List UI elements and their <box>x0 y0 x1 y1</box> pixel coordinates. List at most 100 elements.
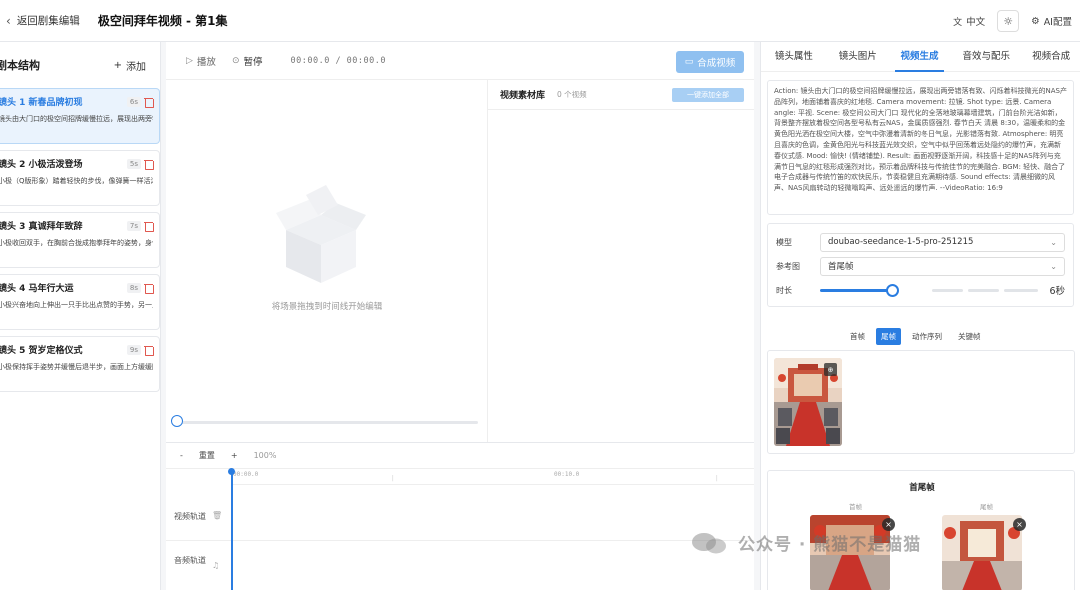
shot-list: 镜头 1 新春品牌初现 6s 镜头由大门口的极空间招牌缓慢拉远，展现出两旁错落有致、… <box>0 88 160 392</box>
back-label: 返回剧集编辑 <box>16 15 80 27</box>
ruler-label-ten: 00:10.0 <box>554 471 580 478</box>
duration-slider-segment <box>1004 288 1038 292</box>
header-actions: 文 中文 ☼ ⚙ AI配置 <box>953 0 1072 42</box>
shot-meta: 8s <box>126 282 154 294</box>
timeline-ruler[interactable]: 00:00.0 | 00:10.0 | <box>231 469 754 485</box>
video-prompt-text[interactable]: Action: 镜头由大门口的极空间招牌缓慢拉远，展现出两旁错落有致、闪烁着科技… <box>767 80 1074 215</box>
preview-progress-knob[interactable] <box>171 415 183 427</box>
video-track[interactable]: 视频轨道 🗑 <box>166 491 754 541</box>
duration-slider-fill <box>820 288 892 292</box>
reference-select[interactable]: 首尾帧 ⌄ <box>820 256 1065 276</box>
page-title: 极空间拜年视频 - 第1集 <box>97 14 228 28</box>
pause-button[interactable]: ⊙ 暂停 <box>232 54 263 68</box>
reference-label: 参考图 <box>776 261 800 271</box>
trash-icon[interactable]: 🗑 <box>212 511 222 520</box>
frame-subtab-2[interactable]: 动作序列 <box>907 328 947 345</box>
tab-3[interactable]: 音效与配乐 <box>950 42 1022 72</box>
add-all-button[interactable]: 一键添加全部 <box>672 88 744 102</box>
gear-icon: ⚙ <box>1031 15 1040 27</box>
zoom-out-button[interactable]: - <box>180 451 183 460</box>
frame-subtab-0[interactable]: 首帧 <box>845 328 870 345</box>
chevron-left-icon: ‹ <box>6 13 11 28</box>
preview-progress-track[interactable] <box>176 421 478 424</box>
compose-video-label: 合成视频 <box>697 58 736 69</box>
shot-card[interactable]: 镜头 2 小极活泼登场 5s 小极（Q版形象）踏着轻快的步伐，像弹簧一样活泼地跳入画… <box>0 150 160 206</box>
shot-description: 小极收回双手，在胸前合拢成抱拳拜年的姿势，身体微微前倾鞠躬，眼睛笑成了弯弯的月牙… <box>0 239 153 247</box>
ai-config-button[interactable]: ⚙ AI配置 <box>1031 14 1072 29</box>
duration-slider[interactable] <box>820 281 1038 300</box>
shot-meta: 5s <box>126 158 154 170</box>
trash-icon[interactable] <box>144 345 154 356</box>
shot-card-header: 镜头 1 新春品牌初现 6s <box>0 95 154 108</box>
shot-meta: 7s <box>126 220 154 232</box>
last-frame-image[interactable] <box>942 515 1022 590</box>
audio-track[interactable]: 音频轨道 ♫ <box>166 541 754 590</box>
model-row: 模型 doubao-seedance-1-5-pro-251215 ⌄ <box>776 230 1065 254</box>
trash-icon[interactable] <box>144 221 154 232</box>
shot-card[interactable]: 镜头 3 真诚拜年致辞 7s 小极收回双手，在胸前合拢成抱拳拜年的姿势，身体微微前倾… <box>0 212 160 268</box>
model-select[interactable]: doubao-seedance-1-5-pro-251215 ⌄ <box>820 232 1065 252</box>
add-shot-label: 添加 <box>126 61 146 73</box>
shot-card[interactable]: 镜头 1 新春品牌初现 6s 镜头由大门口的极空间招牌缓慢拉远，展现出两旁错落有致、… <box>0 88 160 144</box>
tab-4[interactable]: 视频合成 <box>1022 42 1080 72</box>
add-shot-button[interactable]: + 添加 <box>114 58 146 73</box>
close-icon: × <box>1016 520 1023 529</box>
shot-description: 小极保持挥手姿势并缓慢后退半步，画面上方缓缓降下'2026马年大吉'的艺术字横幅… <box>0 363 153 371</box>
trash-icon[interactable] <box>144 159 154 170</box>
duration-slider-knob[interactable] <box>886 283 899 297</box>
shot-card-header: 镜头 5 贺岁定格仪式 9s <box>0 343 154 356</box>
plus-icon: + <box>113 59 122 71</box>
frame-subtab-3[interactable]: 关键帧 <box>953 328 986 345</box>
shot-name: 镜头 2 小极活泼登场 <box>0 160 83 170</box>
shot-card-header: 镜头 3 真诚拜年致辞 7s <box>0 219 154 232</box>
frame-subtab-1[interactable]: 尾帧 <box>876 328 901 345</box>
first-last-frame-title: 首尾帧 <box>909 483 935 493</box>
trash-icon[interactable] <box>144 97 154 108</box>
zoom-image-button[interactable]: ⊕ <box>824 363 837 376</box>
back-button[interactable]: ‹ 返回剧集编辑 <box>6 13 80 28</box>
play-label: 播放 <box>196 56 216 68</box>
language-button[interactable]: 文 中文 <box>953 14 985 28</box>
shot-card-header: 镜头 2 小极活泼登场 5s <box>0 157 154 170</box>
shot-name: 镜头 4 马年行大运 <box>0 284 74 294</box>
reference-row: 参考图 首尾帧 ⌄ <box>776 254 1065 278</box>
frame-image-card: ⊕ <box>767 350 1075 454</box>
theme-toggle-button[interactable]: ☼ <box>997 10 1020 32</box>
script-structure-title: 剧本结构 <box>0 59 40 72</box>
shot-meta: 6s <box>126 96 154 108</box>
trash-icon[interactable] <box>144 283 154 294</box>
zoom-in-button[interactable]: + <box>231 451 238 460</box>
video-track-label: 视频轨道 <box>174 512 206 521</box>
generation-params: 模型 doubao-seedance-1-5-pro-251215 ⌄ 参考图 … <box>767 223 1074 307</box>
duration-row: 时长 6秒 <box>776 278 1065 302</box>
play-button[interactable]: ▷ 播放 <box>186 54 216 68</box>
duration-label: 时长 <box>776 285 792 295</box>
model-value: doubao-seedance-1-5-pro-251215 <box>828 237 974 247</box>
playback-toolbar: ▷ 播放 ⊙ 暂停 00:00.0 / 00:00.0 <box>166 42 754 80</box>
shot-name: 镜头 3 真诚拜年致辞 <box>0 222 83 232</box>
compose-video-button[interactable]: ▭ 合成视频 <box>676 51 744 73</box>
shot-description: 小极兴奋地向上伸出一只手比出点赞的手势，另一只手叉腰，头部微微上扬，充满自信地大… <box>0 301 153 309</box>
model-label: 模型 <box>776 237 792 247</box>
remove-last-frame-button[interactable]: × <box>1013 518 1026 531</box>
chevron-down-icon: ⌄ <box>1050 261 1057 271</box>
empty-timeline-hint: 将场景拖拽到时间线开始编辑 <box>271 302 383 312</box>
playhead-handle[interactable] <box>228 468 235 475</box>
timeline-playhead[interactable] <box>231 470 233 590</box>
properties-panel: 镜头属性 镜头图片 视频生成 音效与配乐 视频合成 Action: 镜头由大门口的极空间… <box>760 42 1080 590</box>
shot-card[interactable]: 镜头 5 贺岁定格仪式 9s 小极保持挥手姿势并缓慢后退半步，画面上方缓缓降下'20… <box>0 336 160 392</box>
sun-icon: ☼ <box>1003 14 1014 28</box>
script-structure-panel: 剧本结构 + 添加 镜头 1 新春品牌初现 6s 镜头由大门口的极空间招牌缓慢拉远，… <box>0 42 161 590</box>
timeline-toolbar: - 重置 + 100% <box>166 443 754 469</box>
shot-card[interactable]: 镜头 4 马年行大运 8s 小极兴奋地向上伸出一只手比出点赞的手势，另一只手叉腰，头… <box>0 274 160 330</box>
translate-icon: 文 <box>953 17 963 28</box>
video-preview: 将场景拖拽到时间线开始编辑 <box>166 80 488 442</box>
tab-0[interactable]: 镜头属性 <box>761 42 827 72</box>
ruler-tick: | <box>715 475 719 482</box>
zoom-reset-button[interactable]: 重置 <box>199 450 215 461</box>
tab-1[interactable]: 镜头图片 <box>827 42 889 72</box>
shot-card-header: 镜头 4 马年行大运 8s <box>0 281 154 294</box>
add-all-label: 一键添加全部 <box>687 91 729 99</box>
tab-2[interactable]: 视频生成 <box>889 42 951 72</box>
wechat-logo-icon <box>692 533 726 554</box>
